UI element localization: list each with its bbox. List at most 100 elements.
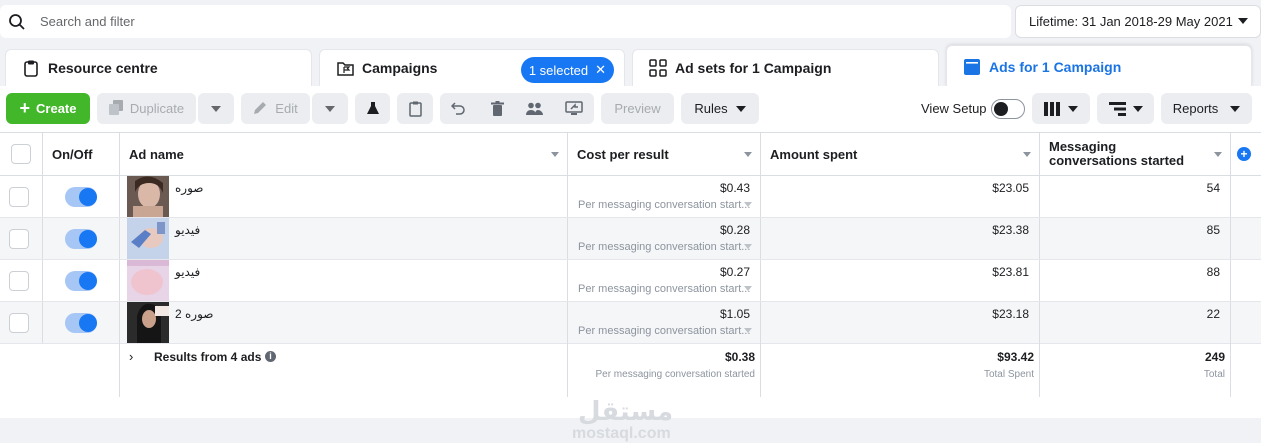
undo-button[interactable] — [440, 93, 477, 124]
select-all-checkbox[interactable] — [11, 144, 31, 164]
level-tabs: Resource centre Campaigns 1 selected ✕ A… — [0, 44, 1261, 87]
date-range-label: Lifetime: 31 Jan 2018-29 May 2021 — [1029, 14, 1233, 29]
view-setup-label: View Setup — [921, 101, 987, 116]
table-row[interactable]: فيديو $0.28 Per messaging conversation s… — [0, 218, 1261, 260]
date-range-picker[interactable]: Lifetime: 31 Jan 2018-29 May 2021 — [1015, 5, 1261, 38]
audience-button[interactable] — [516, 93, 553, 124]
search-placeholder: Search and filter — [40, 14, 135, 29]
header-label: Ad name — [129, 146, 184, 162]
amount-spent: $23.81 — [992, 265, 1029, 279]
ad-toggle[interactable] — [65, 313, 97, 333]
row-checkbox[interactable] — [9, 229, 29, 249]
selection-badge[interactable]: 1 selected ✕ — [520, 57, 614, 83]
chevron-down-icon — [1238, 18, 1248, 24]
ad-name[interactable]: صوره 2 — [175, 307, 214, 321]
header-cost-per-result[interactable]: Cost per result — [568, 133, 761, 175]
reports-label: Reports — [1172, 101, 1219, 116]
duplicate-dropdown[interactable] — [198, 93, 234, 124]
sort-icon[interactable] — [1214, 152, 1222, 157]
ad-thumbnail[interactable] — [127, 260, 169, 301]
cost-description: Per messaging conversation start... — [578, 199, 751, 211]
toolbar: + Create Duplicate Edit Preview Rules Vi… — [0, 86, 1261, 132]
ad-name[interactable]: صوره — [175, 181, 203, 195]
tab-resource-centre[interactable]: Resource centre — [5, 49, 312, 86]
cost-value: $1.05 — [719, 307, 750, 321]
chevron-down-icon[interactable] — [744, 286, 752, 291]
row-checkbox[interactable] — [9, 187, 29, 207]
row-checkbox[interactable] — [9, 313, 29, 333]
header-messaging-conversations[interactable]: Messaging conversations started — [1040, 133, 1231, 175]
chevron-down-icon — [211, 105, 221, 112]
rules-button[interactable]: Rules — [681, 93, 759, 124]
total-spent-label: Total Spent — [983, 369, 1034, 380]
view-setup-toggle[interactable] — [991, 99, 1025, 119]
share-icon — [565, 101, 583, 115]
cost-value: $0.28 — [719, 223, 750, 237]
ad-thumbnail[interactable] — [127, 218, 169, 259]
edit-button[interactable]: Edit — [241, 93, 310, 124]
total-conversations-label: Total — [1203, 369, 1225, 380]
tab-label: Ad sets for 1 Campaign — [675, 60, 832, 76]
folder-flag-icon — [336, 59, 354, 77]
sort-icon[interactable] — [744, 152, 752, 157]
edit-dropdown[interactable] — [312, 93, 348, 124]
chevron-down-icon[interactable] — [744, 328, 752, 333]
duplicate-label: Duplicate — [129, 101, 185, 116]
columns-button[interactable] — [1032, 93, 1090, 124]
table-row[interactable]: صوره $0.43 Per messaging conversation st… — [0, 176, 1261, 218]
breakdown-button[interactable] — [1097, 93, 1154, 124]
search-bar[interactable]: Search and filter — [0, 5, 1011, 38]
add-column-icon[interactable]: + — [1237, 147, 1251, 161]
reports-button[interactable]: Reports — [1161, 93, 1252, 124]
total-spent: $93.42 — [997, 350, 1034, 364]
amount-spent: $23.18 — [992, 307, 1029, 321]
ad-toggle[interactable] — [65, 187, 97, 207]
watermark-arabic: مستقل — [578, 396, 674, 426]
tab-ad-sets[interactable]: Ad sets for 1 Campaign — [632, 49, 939, 86]
ad-name[interactable]: فيديو — [175, 223, 200, 237]
create-button[interactable]: + Create — [6, 93, 90, 124]
cost-description: Per messaging conversation start... — [578, 241, 751, 253]
preview-button[interactable]: Preview — [601, 93, 674, 124]
chevron-right-icon[interactable]: › — [129, 349, 133, 364]
chevron-down-icon — [1132, 105, 1143, 112]
info-icon[interactable]: i — [265, 351, 276, 362]
total-cost-description: Per messaging conversation started — [595, 369, 755, 380]
ad-toggle[interactable] — [65, 229, 97, 249]
duplicate-button[interactable]: Duplicate — [97, 93, 196, 124]
edit-label: Edit — [275, 101, 298, 116]
ad-thumbnail[interactable] — [127, 302, 169, 343]
conversations-count: 85 — [1206, 223, 1220, 237]
ad-thumbnail[interactable] — [127, 176, 169, 217]
tab-campaigns[interactable]: Campaigns 1 selected ✕ — [319, 49, 625, 86]
results-summary-row: › Results from 4 ads i $0.38 Per messagi… — [0, 343, 1261, 397]
conversations-count: 22 — [1206, 307, 1220, 321]
total-cost: $0.38 — [724, 350, 755, 364]
tab-ads[interactable]: Ads for 1 Campaign — [946, 45, 1252, 87]
rules-label: Rules — [694, 101, 728, 116]
ab-test-button[interactable] — [355, 93, 390, 124]
header-ad-name[interactable]: Ad name — [120, 133, 568, 175]
ad-toggle[interactable] — [65, 271, 97, 291]
chevron-down-icon — [1068, 105, 1078, 112]
delete-button[interactable] — [479, 93, 515, 124]
chevron-down-icon — [325, 105, 335, 112]
table-row[interactable]: فيديو $0.27 Per messaging conversation s… — [0, 260, 1261, 302]
conversations-count: 88 — [1206, 265, 1220, 279]
clipboard-button[interactable] — [397, 93, 433, 124]
cost-description: Per messaging conversation start... — [578, 325, 751, 337]
row-checkbox[interactable] — [9, 271, 29, 291]
share-button[interactable] — [555, 93, 593, 124]
top-bar: Search and filter Lifetime: 31 Jan 2018-… — [0, 0, 1261, 44]
sort-icon[interactable] — [551, 152, 559, 157]
flask-icon — [366, 102, 379, 114]
chevron-down-icon[interactable] — [744, 202, 752, 207]
ad-name[interactable]: فيديو — [175, 265, 200, 279]
header-amount-spent[interactable]: Amount spent — [761, 133, 1040, 175]
close-icon[interactable]: ✕ — [595, 62, 606, 78]
table-row[interactable]: صوره 2 $1.05 Per messaging conversation … — [0, 302, 1261, 344]
trash-icon — [490, 101, 504, 116]
total-conversations: 249 — [1204, 350, 1225, 364]
sort-icon[interactable] — [1023, 152, 1031, 157]
chevron-down-icon[interactable] — [744, 244, 752, 249]
